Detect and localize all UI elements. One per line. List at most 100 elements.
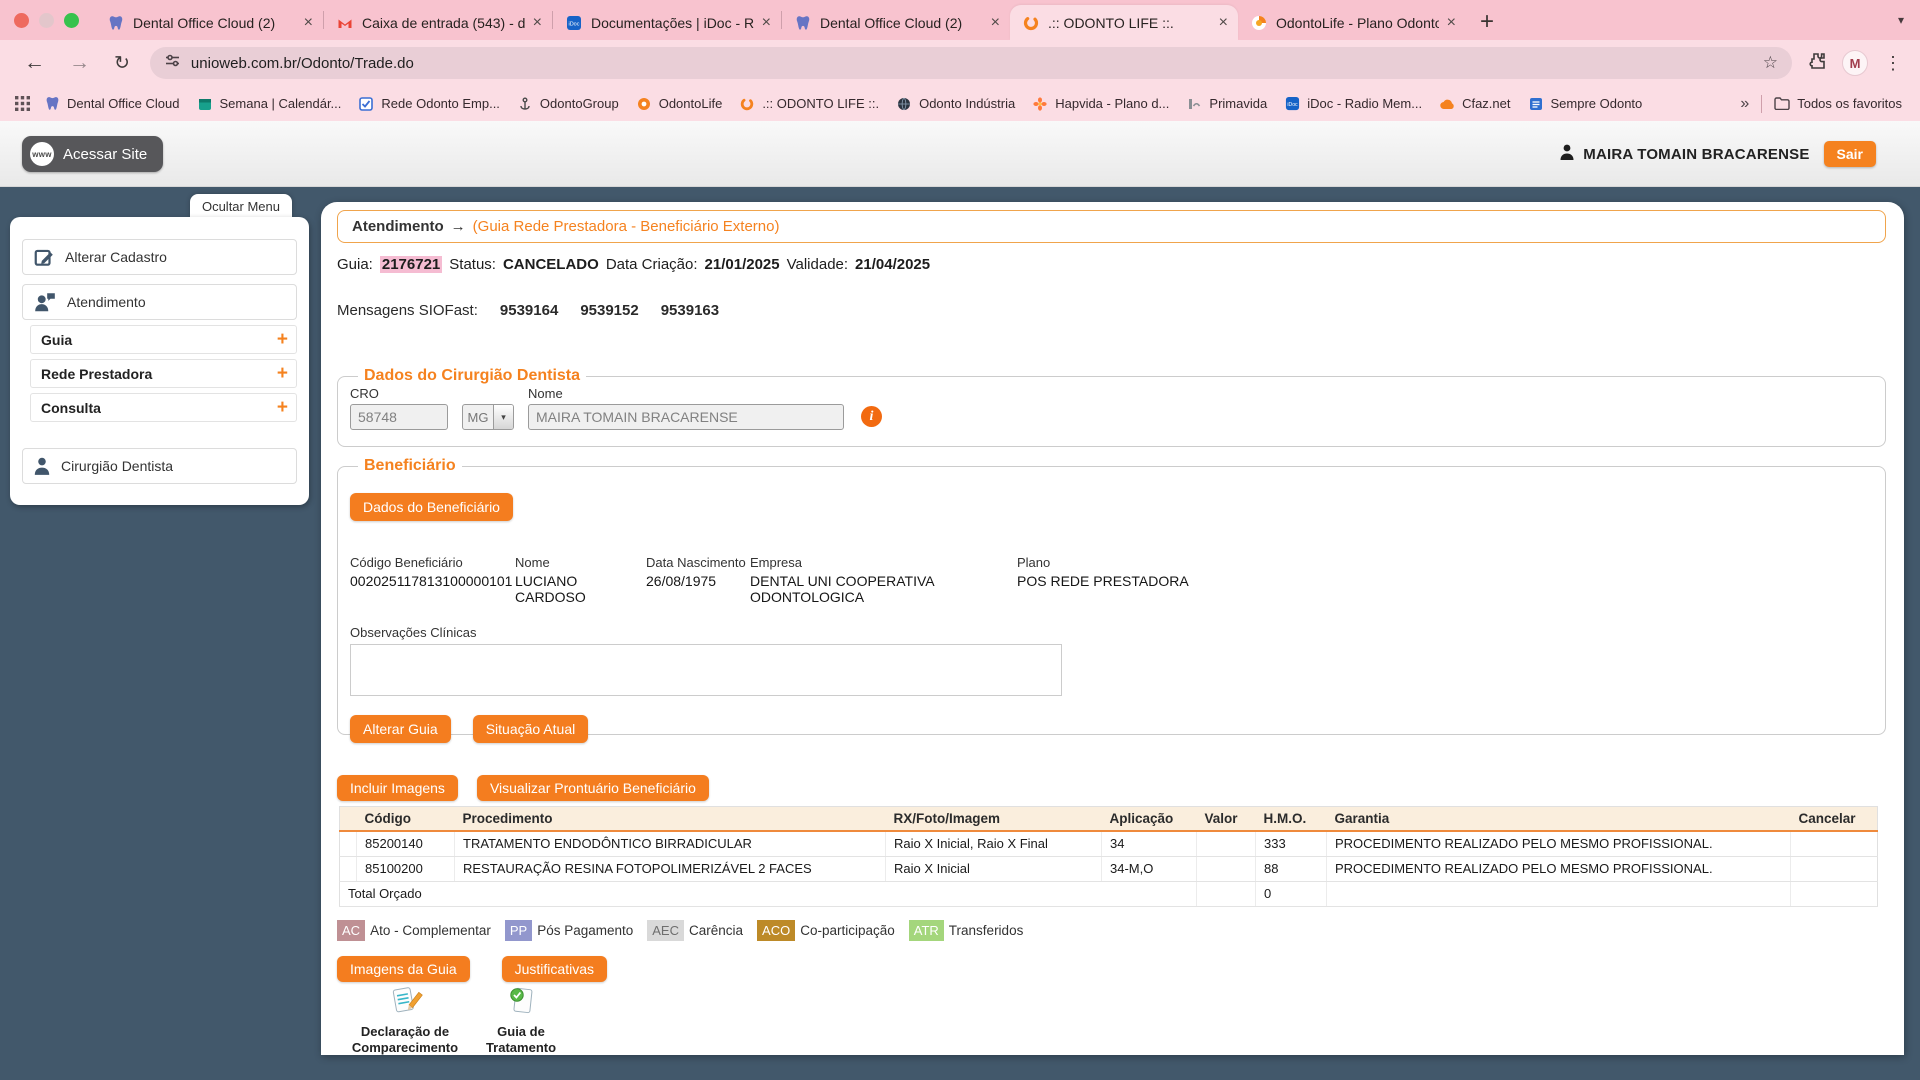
back-icon[interactable]: ← [24,51,45,75]
guide-images-button[interactable]: Imagens da Guia [337,956,470,982]
include-images-button[interactable]: Incluir Imagens [337,775,458,801]
beneficiary-birthdate-field: Data Nascimento 26/08/1975 [646,555,750,605]
sidebar-item-guia[interactable]: Guia + [30,325,297,354]
chevron-down-icon[interactable]: ▾ [493,405,513,429]
info-icon[interactable]: i [861,406,882,427]
current-situation-button[interactable]: Situação Atual [473,715,589,743]
expand-plus-icon[interactable]: + [277,364,288,383]
sidebar-item-label: Consulta [41,400,101,416]
user-icon [1559,143,1575,166]
bookmark-star-icon[interactable]: ☆ [1763,53,1778,73]
bookmark-odontogroup[interactable]: OdontoGroup [517,96,619,112]
dentist-name-input[interactable]: MAIRA TOMAIN BRACARENSE [528,404,844,430]
browser-tab-odonto-life-active[interactable]: .:: ODONTO LIFE ::. × [1010,5,1238,40]
treatment-guide-doc[interactable]: Guia de Tratamento [473,985,569,1056]
browser-menu-icon[interactable]: ⋮ [1884,53,1902,74]
bookmark-sempre-odonto[interactable]: Sempre Odonto [1528,96,1643,112]
guide-status-line: Guia: 2176721 Status: CANCELADO Data Cri… [337,255,1888,273]
logged-user-name: MAIRA TOMAIN BRACARENSE [1583,146,1809,163]
cro-uf-select[interactable]: MG ▾ [462,404,514,430]
bookmark-primavida[interactable]: Primavida [1186,96,1267,112]
www-globe-icon: www [30,142,54,166]
gmail-icon [336,14,353,31]
cro-input[interactable]: 58748 [350,404,448,430]
beneficiary-data-button[interactable]: Dados do Beneficiário [350,493,513,521]
browser-tab-odontolife-plano[interactable]: OdontoLife - Plano Odontológ × [1238,5,1466,40]
site-settings-icon[interactable] [164,52,181,74]
hide-menu-tab[interactable]: Ocultar Menu [190,194,292,218]
status-value: CANCELADO [503,256,599,273]
document-check-icon [505,985,537,1022]
url-text[interactable]: unioweb.com.br/Odonto/Trade.do [191,55,414,72]
tab-close-icon[interactable]: × [533,15,542,31]
browser-tab-idoc[interactable]: iDoc Documentações | iDoc - Radi × [553,5,781,40]
sidebar-item-rede-prestadora[interactable]: Rede Prestadora + [30,359,297,388]
tab-close-icon[interactable]: × [304,15,313,31]
bookmark-hapvida[interactable]: Hapvida - Plano d... [1032,96,1169,112]
site-header: www Acessar Site MAIRA TOMAIN BRACARENSE… [0,121,1920,187]
bookmark-odonto-industria[interactable]: Odonto Indústria [896,96,1015,112]
tab-close-icon[interactable]: × [991,15,1000,31]
reload-icon[interactable]: ↻ [114,52,130,75]
edit-icon [33,246,55,268]
clinical-observations-input[interactable] [350,644,1062,696]
globe-dark-icon [896,96,912,112]
minimize-window-button[interactable] [39,13,54,28]
new-tab-button[interactable]: + [1480,10,1494,34]
expand-plus-icon[interactable]: + [277,398,288,417]
siofast-message-link[interactable]: 9539163 [661,302,719,319]
alter-guide-button[interactable]: Alterar Guia [350,715,451,743]
siofast-message-link[interactable]: 9539164 [500,302,558,319]
logout-button[interactable]: Sair [1824,141,1876,167]
total-value: 0 [1256,881,1327,906]
bookmark-odonto-life[interactable]: .:: ODONTO LIFE ::. [739,96,879,112]
sidebar-menu: Alterar Cadastro Atendimento Guia + Rede… [10,217,309,505]
browser-tab-dental-office-2[interactable]: Dental Office Cloud (2) × [782,5,1010,40]
calendar-icon [197,96,213,112]
sidebar-item-atendimento[interactable]: Atendimento [22,284,297,320]
tab-close-icon[interactable]: × [1447,15,1456,31]
expand-plus-icon[interactable]: + [277,330,288,349]
tab-search-chevron-icon[interactable]: ▾ [1898,13,1904,27]
sidebar-item-alterar-cadastro[interactable]: Alterar Cadastro [22,239,297,275]
siofast-message-link[interactable]: 9539152 [580,302,638,319]
beneficiary-fieldset: Beneficiário Dados do Beneficiário Códig… [337,457,1886,735]
siofast-messages-line: Mensagens SIOFast: 9539164 9539152 95391… [337,301,1888,319]
dentist-name-field-group: Nome MAIRA TOMAIN BRACARENSE [528,386,844,430]
access-site-button[interactable]: www Acessar Site [22,136,163,172]
legend-badge-aco: ACO [757,920,795,941]
bookmark-cfaz[interactable]: Cfaz.net [1439,96,1510,112]
address-bar[interactable]: unioweb.com.br/Odonto/Trade.do ☆ [150,47,1792,79]
view-beneficiary-record-button[interactable]: Visualizar Prontuário Beneficiário [477,775,709,801]
col-garantia: Garantia [1327,807,1791,832]
browser-tab-dental-office-1[interactable]: Dental Office Cloud (2) × [95,5,323,40]
extensions-icon[interactable] [1806,51,1826,76]
close-window-button[interactable] [14,13,29,28]
tab-close-icon[interactable]: × [762,15,771,31]
window-controls [14,13,79,28]
total-label: Total Orçado [340,881,1197,906]
bookmark-idoc[interactable]: iDociDoc - Radio Mem... [1284,96,1422,112]
cloud-icon [1439,96,1455,112]
bookmark-semana-calendario[interactable]: Semana | Calendár... [197,96,342,112]
forward-icon[interactable]: → [69,51,90,75]
maximize-window-button[interactable] [64,13,79,28]
justifications-button[interactable]: Justificativas [502,956,607,982]
bookmarks-overflow-icon[interactable]: » [1740,95,1749,113]
bookmark-rede-odonto[interactable]: Rede Odonto Emp... [358,96,500,112]
bookmark-odontolife[interactable]: OdontoLife [636,96,723,112]
breadcrumb: Atendimento → (Guia Rede Prestadora - Be… [337,210,1886,243]
tab-title: OdontoLife - Plano Odontológ [1276,15,1439,31]
tab-close-icon[interactable]: × [1219,15,1228,31]
col-cancelar: Cancelar [1791,807,1878,832]
tab-title: Documentações | iDoc - Radi [591,15,754,31]
legend-badge-atr: ATR [909,920,944,941]
all-favorites-button[interactable]: Todos os favoritos [1774,96,1902,112]
bookmark-dental-office-cloud[interactable]: Dental Office Cloud [44,96,180,112]
sidebar-item-cirurgiao-dentista[interactable]: Cirurgião Dentista [22,448,297,484]
apps-grid-icon[interactable] [14,96,30,112]
attendance-declaration-doc[interactable]: Declaração de Comparecimento [337,985,473,1056]
browser-tab-gmail[interactable]: Caixa de entrada (543) - dra. × [324,5,552,40]
profile-avatar[interactable]: M [1842,50,1868,76]
sidebar-item-consulta[interactable]: Consulta + [30,393,297,422]
